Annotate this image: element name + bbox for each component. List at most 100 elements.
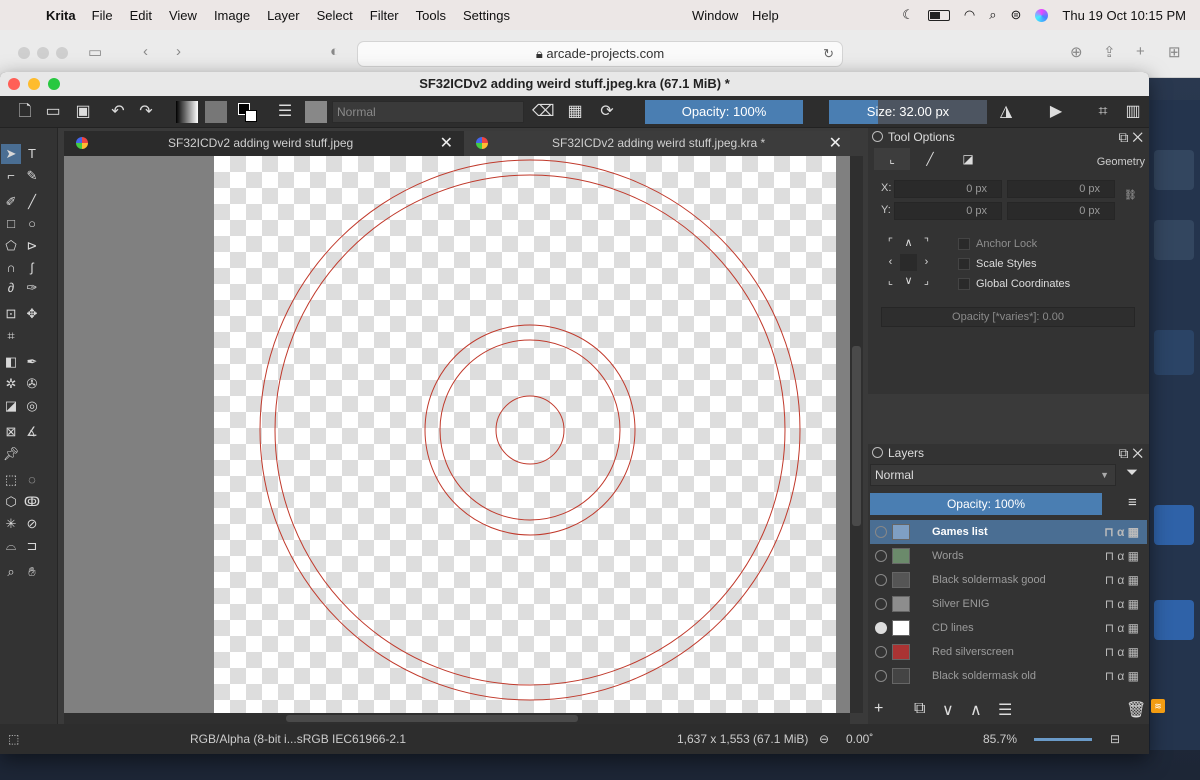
redo-icon[interactable]: ↷ [135, 101, 157, 123]
url-bar[interactable]: 🔒︎ arcade-projects.com ↻ [357, 41, 843, 67]
document-canvas[interactable] [214, 156, 836, 713]
rect-select-tool-icon[interactable]: ⬚ [1, 470, 21, 490]
fill-tool-icon[interactable]: ◪ [1, 396, 21, 416]
brush-presets-icon[interactable]: ☰ [274, 101, 296, 123]
fg-bg-color-icon[interactable] [236, 101, 258, 123]
save-icon[interactable]: ▣ [72, 101, 94, 123]
layer-row[interactable]: Black soldermask old ⊓ α ▦ [870, 664, 1147, 688]
brush-opacity-slider[interactable]: Opacity: 100% [645, 100, 803, 124]
layer-menu-icon[interactable]: ≡ [1128, 494, 1137, 511]
layer-lock-alpha-icon[interactable]: ⊓ α ▦ [1105, 616, 1139, 640]
anchor-lock-checkbox[interactable]: Anchor Lock [958, 235, 1037, 253]
layer-row[interactable]: Red silverscreen ⊓ α ▦ [870, 640, 1147, 664]
mirror-vertical-icon[interactable]: ▶ [1045, 101, 1067, 123]
ellipse-tool-icon[interactable]: ○ [22, 214, 42, 234]
layer-row[interactable]: Games list ⊓ α ▦ [870, 520, 1147, 544]
control-center-icon[interactable]: ⊜ [1011, 7, 1022, 23]
ellipse-select-tool-icon[interactable]: ◌ [22, 470, 42, 490]
x-input[interactable]: 0 px [894, 180, 1002, 198]
freehand-path-tool-icon[interactable]: ʃ [22, 258, 42, 278]
menu-help[interactable]: Help [752, 8, 779, 23]
new-document-icon[interactable]: 🗋︎ [14, 101, 36, 123]
line-tool-icon[interactable]: ╱ [22, 192, 42, 212]
layer-lock-alpha-icon[interactable]: ⊓ α ▦ [1105, 640, 1139, 664]
layer-opacity-slider[interactable]: Opacity: 100% [870, 493, 1102, 515]
anchor-bottom-icon[interactable]: ∨ [900, 273, 917, 290]
bezier-select-tool-icon[interactable]: ⌓ [1, 536, 21, 556]
y-input[interactable]: 0 px [894, 202, 1002, 220]
zoom-window-button[interactable] [48, 78, 60, 90]
pan-tool-icon[interactable]: ✋︎ [22, 562, 42, 582]
select-shapes-tool-icon[interactable]: ➤ [1, 144, 21, 164]
forward-icon[interactable]: › [176, 43, 181, 60]
color-picker-tool-icon[interactable]: ✒ [22, 352, 42, 372]
polygon-select-tool-icon[interactable]: ⬡ [1, 492, 21, 512]
sidebar-icon[interactable]: ▭ [88, 43, 102, 61]
link-aspect-icon[interactable]: ⛓ [1124, 190, 1137, 201]
tab-kra[interactable]: SF32ICDv2 adding weird stuff.jpeg.kra * … [464, 131, 850, 156]
eye-visible-icon[interactable] [875, 622, 887, 634]
height-input[interactable]: 0 px [1007, 202, 1115, 220]
privacy-shield-icon[interactable]: ◐ [330, 43, 339, 60]
layer-row[interactable]: Words ⊓ α ▦ [870, 544, 1147, 568]
tab-overview-icon[interactable]: ⊞ [1168, 43, 1181, 61]
anchor-top-icon[interactable]: ∧ [900, 235, 917, 252]
menu-select[interactable]: Select [317, 8, 353, 23]
menu-settings[interactable]: Settings [463, 8, 510, 23]
enclose-fill-tool-icon[interactable]: ◎ [22, 396, 42, 416]
close-window-button[interactable] [8, 78, 20, 90]
rotation-reset-icon[interactable]: ⊖ [819, 724, 829, 754]
freehand-select-tool-icon[interactable]: ↂ [22, 492, 42, 512]
eye-hidden-icon[interactable] [875, 598, 887, 610]
menu-file[interactable]: File [92, 8, 113, 23]
zoom-slider[interactable] [1034, 738, 1092, 741]
layer-filter-icon[interactable]: ⏷ [1126, 464, 1138, 481]
layer-lock-alpha-icon[interactable]: ⊓ α ▦ [1105, 664, 1139, 688]
docker-float-close-icon[interactable]: ⧉ ✕ [1118, 128, 1143, 146]
width-input[interactable]: 0 px [1007, 180, 1115, 198]
move-layer-up-icon[interactable]: ∧ [970, 700, 982, 720]
tab-jpeg[interactable]: SF32ICDv2 adding weird stuff.jpeg ✕ [64, 131, 461, 156]
close-tab-icon[interactable]: ✕ [829, 131, 842, 156]
spotlight-search-icon[interactable]: ⌕ [989, 7, 996, 23]
blend-mode-select[interactable]: Normal [332, 101, 524, 123]
layer-lock-alpha-icon[interactable]: ⊓ α ▦ [1105, 592, 1139, 616]
brush-size-slider[interactable]: Size: 32.00 px [829, 100, 987, 124]
menu-filter[interactable]: Filter [370, 8, 399, 23]
rss-icon[interactable]: ≋ [1151, 699, 1165, 713]
menubar-clock[interactable]: Thu 19 Oct 10:15 PM [1062, 8, 1186, 23]
contiguous-select-tool-icon[interactable]: ✳ [1, 514, 21, 534]
layer-lock-alpha-icon[interactable]: ⊓ α ▦ [1104, 520, 1139, 544]
selection-mode-icon[interactable]: ⬚ [8, 724, 19, 754]
gradient-tool-icon[interactable]: ◧ [1, 352, 21, 372]
move-tool-icon[interactable]: ✥ [22, 304, 42, 324]
scale-styles-checkbox[interactable]: Scale Styles [958, 255, 1037, 273]
eye-hidden-icon[interactable] [875, 646, 887, 658]
anchor-top-right-icon[interactable]: ⌝ [918, 235, 935, 252]
gradient-preset-icon[interactable] [176, 101, 198, 123]
zoom-value[interactable]: 85.7% [983, 724, 1017, 754]
menu-image[interactable]: Image [214, 8, 250, 23]
reload-preset-icon[interactable]: ⟳ [596, 101, 618, 123]
anchor-left-icon[interactable]: ‹ [882, 254, 899, 271]
new-tab-icon[interactable]: + [1136, 43, 1145, 60]
pattern-preset-icon[interactable] [205, 101, 227, 123]
calligraphy-tool-icon[interactable]: ✎ [22, 166, 42, 186]
anchor-top-left-icon[interactable]: ⌜ [882, 235, 899, 252]
layer-row[interactable]: Black soldermask good ⊓ α ▦ [870, 568, 1147, 592]
menu-window[interactable]: Window [692, 8, 738, 23]
anchor-center-icon[interactable] [900, 254, 917, 271]
delete-layer-icon[interactable]: 🗑︎ [1126, 700, 1146, 720]
open-document-icon[interactable]: ▭ [42, 101, 64, 123]
crop-tool-icon[interactable]: ⌗ [1, 326, 21, 346]
download-icon[interactable]: ⊕ [1070, 43, 1083, 61]
canvas-area[interactable] [64, 156, 850, 713]
back-icon[interactable]: ‹ [143, 43, 148, 60]
text-tool-icon[interactable]: T [22, 144, 42, 164]
menu-layer[interactable]: Layer [267, 8, 300, 23]
move-layer-down-icon[interactable]: ∨ [942, 700, 954, 720]
shape-opacity-field[interactable]: Opacity [*varies*]: 0.00 [881, 307, 1135, 327]
anchor-right-icon[interactable]: › [918, 254, 935, 271]
app-menu[interactable]: Krita [46, 8, 76, 23]
menu-tools[interactable]: Tools [416, 8, 446, 23]
